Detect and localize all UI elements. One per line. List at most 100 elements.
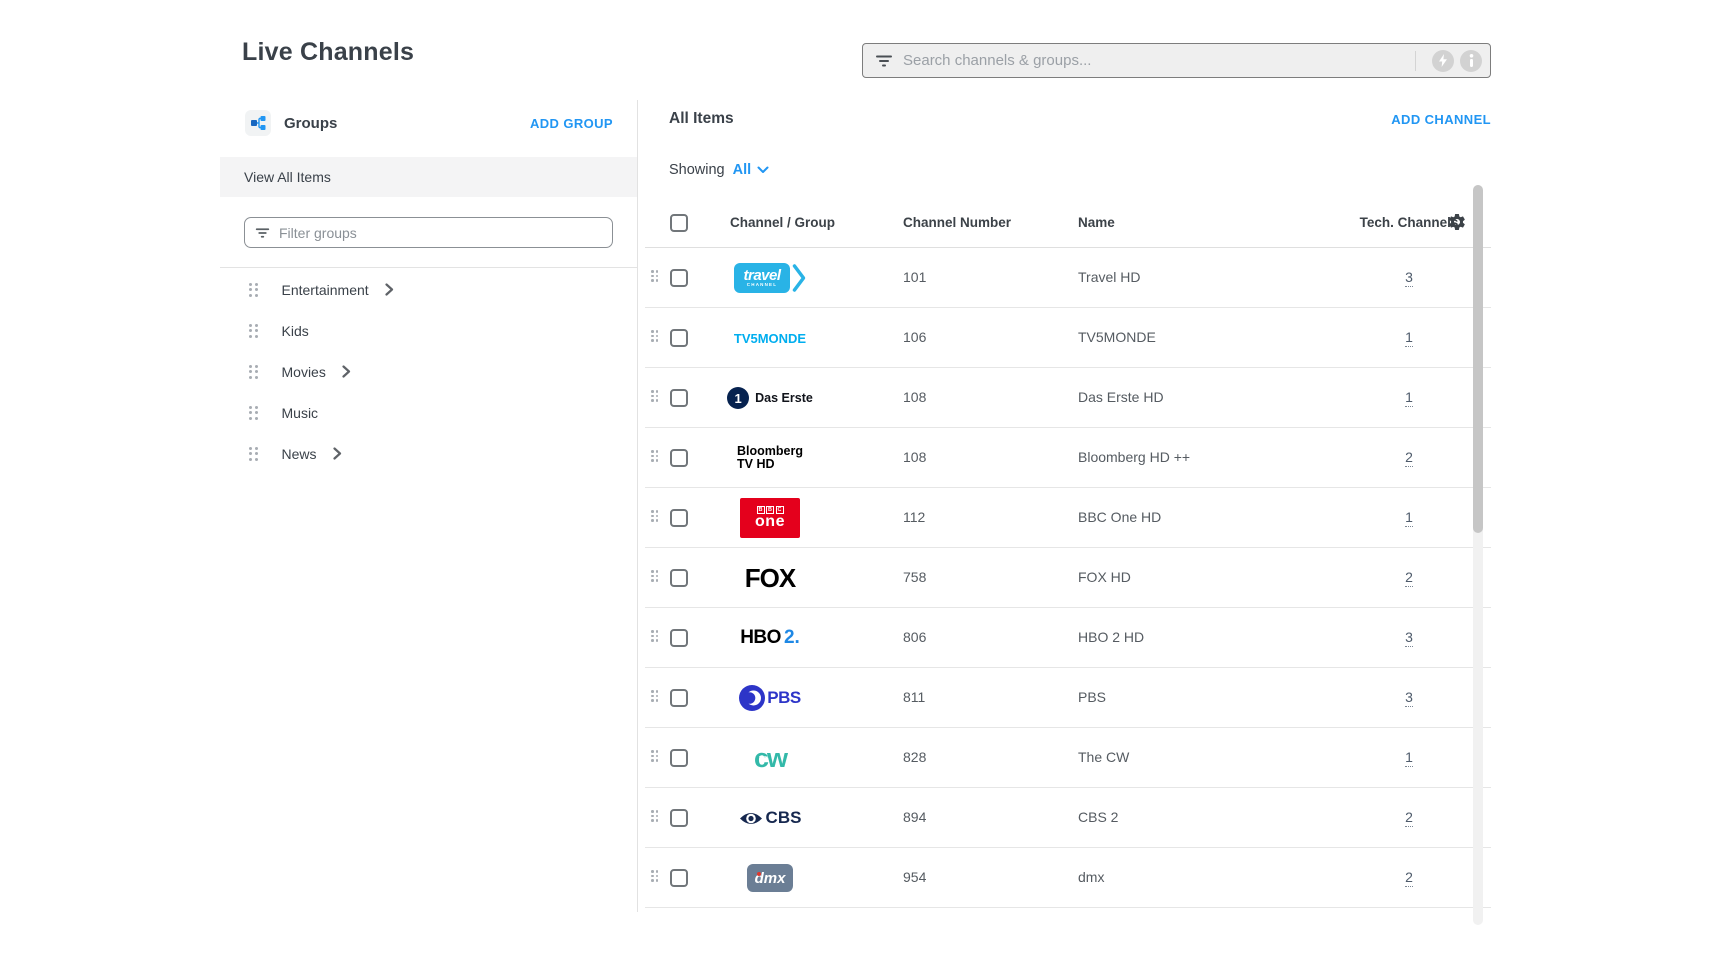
drag-handle-icon[interactable]	[651, 870, 658, 882]
drag-handle-icon[interactable]	[249, 406, 258, 420]
group-item[interactable]: Entertainment	[220, 269, 637, 310]
channel-number-cell: 758	[903, 569, 926, 585]
table-row[interactable]: travelCHANNEL 101 Travel HD 3	[645, 248, 1491, 308]
select-all-checkbox[interactable]	[670, 214, 688, 232]
tech-channels-link[interactable]: 1	[1405, 329, 1413, 347]
chevron-right-icon[interactable]	[385, 283, 394, 296]
tech-channels-link[interactable]: 2	[1405, 869, 1413, 887]
group-item-label: Kids	[282, 323, 309, 339]
tech-channels-link[interactable]: 3	[1405, 689, 1413, 707]
drag-handle-icon[interactable]	[651, 510, 658, 522]
channel-logo: PBS	[723, 668, 817, 728]
channel-number-cell: 108	[903, 449, 926, 465]
search-input[interactable]	[903, 52, 1405, 69]
table-row[interactable]: cwTHE 828 The CW 1	[645, 728, 1491, 788]
lightning-icon[interactable]	[1432, 50, 1454, 72]
channel-name-cell: Das Erste HD	[1078, 389, 1164, 405]
tech-channels-link[interactable]: 2	[1405, 569, 1413, 587]
channel-number-cell: 806	[903, 629, 926, 645]
table-row[interactable]: BloombergTV HD 108 Bloomberg HD ++ 2	[645, 428, 1491, 488]
column-channel-group: Channel / Group	[730, 215, 835, 230]
drag-handle-icon[interactable]	[651, 810, 658, 822]
channel-logo: HBO2.	[723, 608, 817, 668]
channel-number-cell: 894	[903, 809, 926, 825]
row-checkbox[interactable]	[670, 629, 688, 647]
groups-title: Groups	[284, 115, 337, 132]
group-item[interactable]: Movies	[220, 351, 637, 392]
drag-handle-icon[interactable]	[651, 270, 658, 282]
group-item[interactable]: News	[220, 433, 637, 474]
channel-logo: FOX	[723, 548, 817, 608]
add-channel-button[interactable]: ADD CHANNEL	[1391, 112, 1491, 127]
table-body: travelCHANNEL 101 Travel HD 3 TV5MONDE 1…	[645, 248, 1491, 908]
drag-handle-icon[interactable]	[651, 630, 658, 642]
tech-channels-link[interactable]: 1	[1405, 509, 1413, 527]
table-row[interactable]: 1Das Erste 108 Das Erste HD 1	[645, 368, 1491, 428]
table-row[interactable]: HBO2. 806 HBO 2 HD 3	[645, 608, 1491, 668]
tech-channels-link[interactable]: 1	[1405, 749, 1413, 767]
drag-handle-icon[interactable]	[651, 570, 658, 582]
group-item[interactable]: Kids	[220, 310, 637, 351]
view-all-items-label: View All Items	[244, 169, 331, 185]
page-title: Live Channels	[242, 38, 414, 67]
row-checkbox[interactable]	[670, 449, 688, 467]
add-group-button[interactable]: ADD GROUP	[530, 116, 613, 131]
channel-name-cell: TV5MONDE	[1078, 329, 1156, 345]
chevron-right-icon[interactable]	[342, 365, 351, 378]
channel-number-cell: 112	[903, 509, 925, 525]
view-all-items[interactable]: View All Items	[220, 157, 637, 197]
row-checkbox[interactable]	[670, 689, 688, 707]
tech-channels-link[interactable]: 1	[1405, 389, 1413, 407]
tech-channels-link[interactable]: 2	[1405, 449, 1413, 467]
row-checkbox[interactable]	[670, 389, 688, 407]
group-item-label: Movies	[282, 364, 326, 380]
channel-number-cell: 108	[903, 389, 926, 405]
all-items-panel: All Items ADD CHANNEL Showing All Channe…	[645, 100, 1491, 960]
drag-handle-icon[interactable]	[651, 330, 658, 342]
table-row[interactable]: PBS 811 PBS 3	[645, 668, 1491, 728]
channel-number-cell: 811	[903, 689, 925, 705]
table-row[interactable]: dmx 954 dmx 2	[645, 848, 1491, 908]
drag-handle-icon[interactable]	[249, 447, 258, 461]
table-row[interactable]: TV5MONDE 106 TV5MONDE 1	[645, 308, 1491, 368]
drag-handle-icon[interactable]	[651, 690, 658, 702]
table-row[interactable]: FOX 758 FOX HD 2	[645, 548, 1491, 608]
search-bar[interactable]	[862, 43, 1491, 78]
showing-filter: Showing All	[669, 162, 769, 178]
channel-logo: cwTHE	[723, 728, 817, 788]
row-checkbox[interactable]	[670, 569, 688, 587]
channel-logo: travelCHANNEL	[723, 248, 817, 308]
gear-icon[interactable]	[1447, 212, 1467, 237]
filter-groups-input[interactable]	[279, 225, 602, 241]
tech-channels-link[interactable]: 2	[1405, 809, 1413, 827]
scrollbar[interactable]	[1473, 185, 1483, 925]
channel-name-cell: HBO 2 HD	[1078, 629, 1144, 645]
drag-handle-icon[interactable]	[249, 324, 258, 338]
row-checkbox[interactable]	[670, 869, 688, 887]
row-checkbox[interactable]	[670, 749, 688, 767]
channel-logo: dmx	[723, 848, 817, 908]
row-checkbox[interactable]	[670, 269, 688, 287]
filter-groups-field[interactable]	[244, 217, 613, 248]
chevron-right-icon[interactable]	[333, 447, 342, 460]
row-checkbox[interactable]	[670, 509, 688, 527]
drag-handle-icon[interactable]	[651, 390, 658, 402]
table-row[interactable]: CBS 894 CBS 2 2	[645, 788, 1491, 848]
info-icon[interactable]	[1460, 50, 1482, 72]
tech-channels-link[interactable]: 3	[1405, 269, 1413, 287]
drag-handle-icon[interactable]	[249, 283, 258, 297]
chevron-down-icon[interactable]	[757, 166, 769, 174]
drag-handle-icon[interactable]	[651, 450, 658, 462]
group-item[interactable]: Music	[220, 392, 637, 433]
tech-channels-link[interactable]: 3	[1405, 629, 1413, 647]
row-checkbox[interactable]	[670, 329, 688, 347]
drag-handle-icon[interactable]	[651, 750, 658, 762]
panel-divider	[637, 100, 638, 912]
showing-value-dropdown[interactable]: All	[733, 162, 752, 178]
scrollbar-thumb[interactable]	[1473, 185, 1483, 533]
row-checkbox[interactable]	[670, 809, 688, 827]
channel-number-cell: 106	[903, 329, 926, 345]
channel-logo: BBCone	[723, 488, 817, 548]
table-row[interactable]: BBCone 112 BBC One HD 1	[645, 488, 1491, 548]
drag-handle-icon[interactable]	[249, 365, 258, 379]
